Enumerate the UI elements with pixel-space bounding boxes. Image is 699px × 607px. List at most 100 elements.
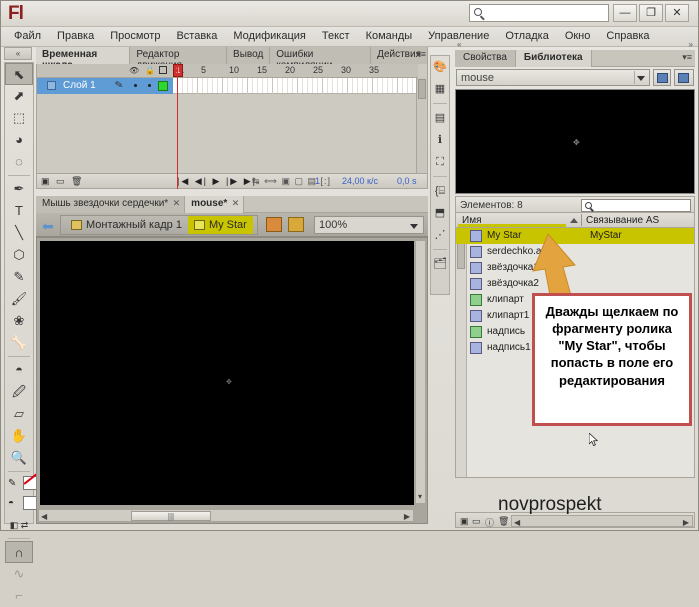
eyedropper-tool[interactable]: 🖉 <box>5 381 33 403</box>
panel-menu-icon[interactable]: ▾≡ <box>416 49 426 60</box>
close-icon[interactable]: ✕ <box>232 198 240 209</box>
pin-library-button[interactable] <box>653 69 671 86</box>
line-tool[interactable]: ╲ <box>5 222 33 244</box>
pencil-tool[interactable]: ✎ <box>5 266 33 288</box>
menu-item-4[interactable]: Модификация <box>225 27 314 45</box>
playback-controls[interactable]: |◀ ◀| ▶ |▶ ▶| <box>177 176 257 187</box>
timeline-tab-0[interactable]: Временная шкала <box>36 47 131 71</box>
breadcrumb-item-0[interactable]: Монтажный кадр 1 <box>65 216 188 234</box>
properties-icon[interactable]: ⓘ <box>485 516 494 529</box>
timeline-collapse-button[interactable]: « <box>4 47 32 60</box>
menu-item-5[interactable]: Текст <box>314 27 358 45</box>
breadcrumb-item-1[interactable]: My Star <box>187 216 253 234</box>
selection-tool[interactable]: ⬉ <box>5 63 33 85</box>
deco-tool[interactable]: ❀ <box>5 310 33 332</box>
document-tab-0[interactable]: Мышь звездочки сердечки* ✕ <box>36 196 186 213</box>
collapse-right-icon[interactable]: » <box>689 40 693 49</box>
color-panel-icon[interactable]: 🎨 <box>431 56 449 78</box>
scroll-left-icon[interactable]: ◀ <box>514 518 520 527</box>
panel-menu-icon[interactable]: ▾≡ <box>682 52 692 63</box>
paint-bucket-tool[interactable]: ◓ <box>5 359 33 381</box>
menu-item-2[interactable]: Просмотр <box>102 27 168 45</box>
timeline-frames-strip[interactable] <box>173 78 418 94</box>
column-header-name[interactable]: Имя <box>462 215 481 226</box>
zoom-level-select[interactable]: 100% <box>314 216 424 234</box>
close-button[interactable]: ✕ <box>665 4 689 22</box>
smooth-option[interactable]: ∿ <box>5 563 33 585</box>
stage-horizontal-scrollbar[interactable]: ◀ ||| ▶ <box>38 509 414 522</box>
scroll-left-icon[interactable]: ◀ <box>41 512 47 521</box>
eraser-tool[interactable]: ▱ <box>5 403 33 425</box>
playhead-marker[interactable]: 1 <box>173 64 183 77</box>
straighten-option[interactable]: ⌐ <box>5 585 33 607</box>
column-header-linkage[interactable]: Связывание AS <box>586 215 659 226</box>
motion-presets-panel-icon[interactable]: ⋰ <box>431 224 449 246</box>
edit-symbols-icon[interactable] <box>266 217 282 232</box>
components-panel-icon[interactable]: ⬒ <box>431 202 449 224</box>
scroll-right-icon[interactable]: ▶ <box>683 518 689 527</box>
edit-scene-icon[interactable] <box>288 217 304 232</box>
sort-ascending-icon[interactable] <box>570 218 578 223</box>
stroke-color-swatch[interactable]: ✎ <box>5 474 39 494</box>
scroll-down-icon[interactable]: ▾ <box>418 492 422 501</box>
library-item-row[interactable]: звёздочка2 <box>456 276 694 292</box>
bone-tool[interactable]: 🦴 <box>5 332 33 354</box>
library-item-row[interactable]: My Star MyStar <box>456 228 694 244</box>
stage-canvas[interactable]: ✥ <box>40 241 414 505</box>
new-symbol-icon[interactable]: ▣ <box>460 516 469 527</box>
transform-panel-icon[interactable]: ⛶ <box>431 151 449 173</box>
code-snippets-panel-icon[interactable]: {⌸ <box>431 180 449 202</box>
frame-rate-indicator[interactable]: 24,00 к/с <box>342 176 378 186</box>
new-folder-icon[interactable]: ▭ <box>472 516 481 527</box>
menu-item-3[interactable]: Вставка <box>168 27 225 45</box>
scrollbar-thumb[interactable]: ||| <box>131 511 211 521</box>
layer-outline-box[interactable] <box>158 81 168 91</box>
timeline-tab-1[interactable]: Редактор движения <box>130 47 228 71</box>
stage-vertical-scrollbar[interactable]: ▾ <box>415 240 426 504</box>
scrollbar-thumb[interactable] <box>418 79 426 99</box>
timeline-tab-2[interactable]: Вывод <box>227 47 271 64</box>
lock-icon[interactable]: 🔒 <box>145 66 155 75</box>
text-tool[interactable]: T <box>5 200 33 222</box>
snap-to-objects-option[interactable]: ∩ <box>5 541 33 563</box>
menu-item-6[interactable]: Команды <box>358 27 421 45</box>
lasso-tool[interactable]: ◌ <box>5 151 33 173</box>
help-search-input[interactable] <box>469 4 609 22</box>
layer-visibility-dot[interactable] <box>134 84 137 87</box>
library-item-row[interactable]: звёздочка1 <box>456 260 694 276</box>
library-search-input[interactable] <box>581 199 691 212</box>
project-panel-icon[interactable]: 🗂 <box>431 253 449 275</box>
maximize-button[interactable]: ❐ <box>639 4 663 22</box>
outline-icon[interactable] <box>159 66 167 74</box>
menu-item-0[interactable]: Файл <box>6 27 49 45</box>
close-icon[interactable]: ✕ <box>173 198 181 209</box>
pen-tool[interactable]: ✒ <box>5 178 33 200</box>
library-document-select[interactable]: mouse <box>456 69 650 86</box>
collapse-left-icon[interactable]: « <box>457 40 461 49</box>
hand-tool[interactable]: ✋ <box>5 425 33 447</box>
layer-name[interactable]: Слой 1 <box>63 80 96 91</box>
swatches-panel-icon[interactable]: ▦ <box>431 78 449 100</box>
menu-item-1[interactable]: Правка <box>49 27 102 45</box>
timeline-tab-3[interactable]: Ошибки компиляции <box>270 47 372 71</box>
back-arrow-icon[interactable]: ⬅ <box>42 218 54 235</box>
swap-colors-icon[interactable]: ◧ ⇄ <box>5 514 33 536</box>
layer-lock-dot[interactable] <box>148 84 151 87</box>
zoom-tool[interactable]: 🔍 <box>5 447 33 469</box>
free-transform-tool[interactable]: ⬚ <box>5 107 33 129</box>
right-panel-tab-0[interactable]: Свойства <box>455 50 516 67</box>
minimize-button[interactable]: — <box>613 4 637 22</box>
timeline-ruler[interactable]: 15101520253035 <box>173 64 418 78</box>
align-panel-icon[interactable]: ▤ <box>431 107 449 129</box>
new-library-panel-button[interactable] <box>674 69 694 86</box>
delete-icon[interactable]: 🗑 <box>498 516 509 527</box>
timeline-layer-buttons[interactable]: ▣ ▭ 🗑 <box>41 176 84 187</box>
info-panel-icon[interactable]: ℹ <box>431 129 449 151</box>
right-panel-tab-1[interactable]: Библиотека <box>515 50 592 67</box>
timeline-layer-row[interactable]: Слой 1 ✎ <box>37 78 173 94</box>
3d-rotation-tool[interactable]: ◕ <box>5 129 33 151</box>
document-tab-1[interactable]: mouse* ✕ <box>185 196 245 213</box>
library-horizontal-scrollbar[interactable]: ◀ ▶ <box>511 515 693 527</box>
rectangle-tool[interactable]: ⬡ <box>5 244 33 266</box>
brush-tool[interactable]: 🖌 <box>5 288 33 310</box>
